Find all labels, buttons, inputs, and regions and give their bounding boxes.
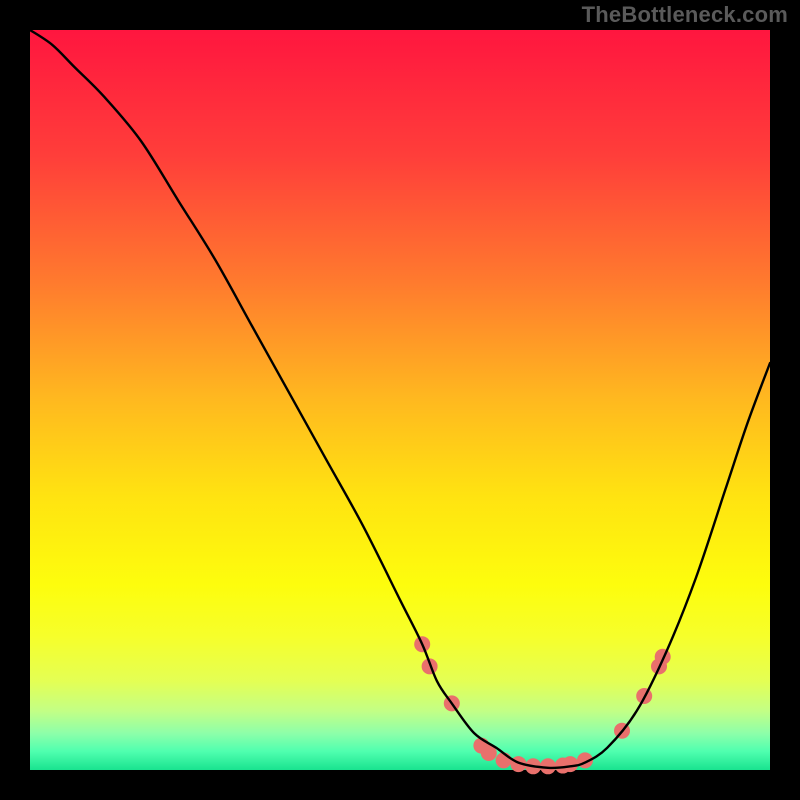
chart-svg bbox=[0, 0, 800, 800]
marker-dot bbox=[562, 756, 578, 772]
chart-stage: TheBottleneck.com bbox=[0, 0, 800, 800]
watermark-text: TheBottleneck.com bbox=[582, 2, 788, 28]
